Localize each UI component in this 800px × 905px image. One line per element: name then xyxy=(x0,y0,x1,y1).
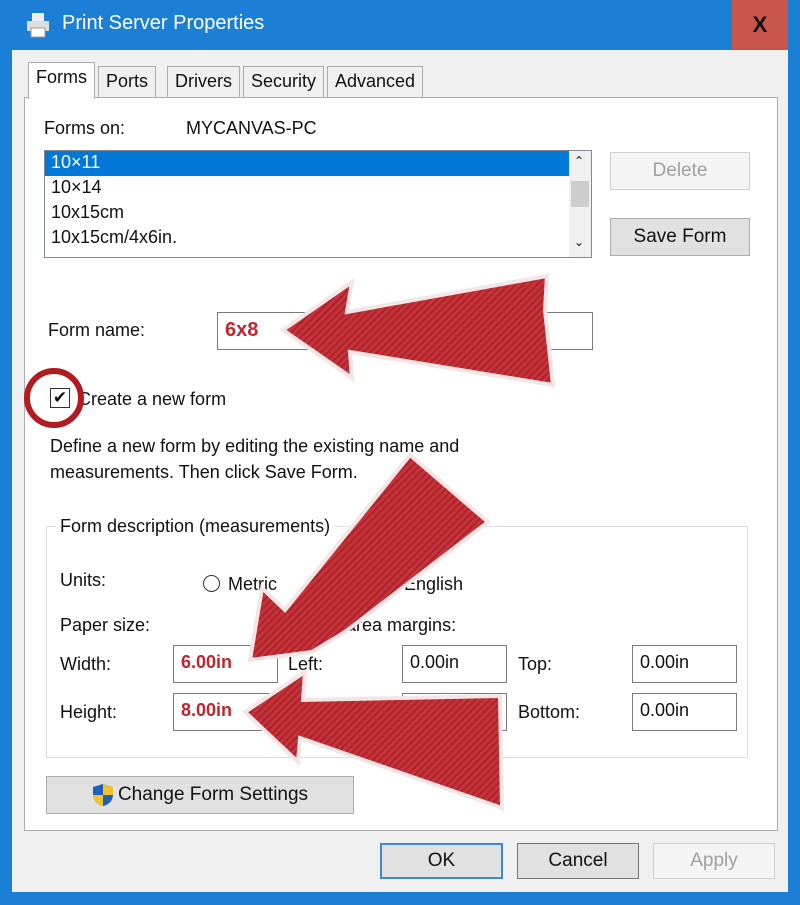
tab-advanced[interactable]: Advanced xyxy=(327,66,424,98)
units-label: Units: xyxy=(60,570,107,590)
top-input[interactable]: 0.00in xyxy=(632,645,737,683)
left-label: Left: xyxy=(288,654,324,674)
left-input[interactable]: 0.00in xyxy=(402,645,507,683)
forms-on-label: Forms on: xyxy=(44,118,126,138)
create-new-form-label: Create a new form xyxy=(78,389,227,409)
scroll-thumb[interactable] xyxy=(571,181,589,207)
list-item[interactable]: 10×11 xyxy=(45,151,569,176)
tab-ports[interactable]: Ports xyxy=(98,66,157,98)
save-form-button[interactable]: Save Form xyxy=(610,218,750,256)
english-label: English xyxy=(404,574,464,594)
bottom-label: Bottom: xyxy=(518,702,581,722)
cancel-button[interactable]: Cancel xyxy=(517,843,639,879)
metric-radio[interactable] xyxy=(203,575,220,592)
paper-size-label: Paper size: xyxy=(60,615,151,635)
scroll-down-icon[interactable]: ⌄ xyxy=(574,235,584,249)
list-scrollbar[interactable]: ⌃ ⌄ xyxy=(569,151,591,257)
top-label: Top: xyxy=(518,654,553,674)
right-label: Right: xyxy=(288,702,336,722)
margins-label: Printer area margins: xyxy=(288,615,457,635)
height-input[interactable]: 8.00in xyxy=(173,693,278,731)
bottom-input[interactable]: 0.00in xyxy=(632,693,737,731)
ok-button[interactable]: OK xyxy=(380,843,503,879)
tab-security[interactable]: Security xyxy=(243,66,325,98)
instructions-text: Define a new form by editing the existin… xyxy=(50,436,460,482)
width-input[interactable]: 6.00in xyxy=(173,645,278,683)
group-title: Form description (measurements) xyxy=(56,516,335,537)
delete-button[interactable]: Delete xyxy=(610,152,750,190)
list-item[interactable]: 10×14 xyxy=(45,176,591,201)
window-title: Print Server Properties xyxy=(62,12,265,34)
tab-drivers[interactable]: Drivers xyxy=(167,66,240,98)
tab-forms[interactable]: Forms xyxy=(28,62,95,99)
highlight-circle xyxy=(24,368,84,428)
english-radio[interactable] xyxy=(378,575,395,592)
uac-shield-icon xyxy=(92,784,113,806)
list-item[interactable]: 10x15cm xyxy=(45,201,591,226)
list-item[interactable]: 10x15cm/4x6in. xyxy=(45,226,591,251)
width-label: Width: xyxy=(60,654,112,674)
server-name: MYCANVAS-PC xyxy=(186,118,317,138)
metric-label: Metric xyxy=(228,574,277,594)
printer-icon xyxy=(27,13,49,38)
right-input[interactable]: 0.00in xyxy=(402,693,507,731)
forms-list[interactable]: 10×11 10×14 10x15cm 10x15cm/4x6in. ⌃ ⌄ xyxy=(44,150,592,258)
change-form-settings-label: Change Form Settings xyxy=(117,784,309,805)
form-name-input[interactable]: 6x8 xyxy=(217,312,593,350)
close-button[interactable]: X xyxy=(732,0,788,50)
title-bar: Print Server Properties X xyxy=(0,0,800,50)
apply-button: Apply xyxy=(653,843,775,879)
height-label: Height: xyxy=(60,702,118,722)
form-name-label: Form name: xyxy=(48,320,146,340)
change-form-settings-button[interactable]: Change Form Settings xyxy=(46,776,354,814)
scroll-up-icon[interactable]: ⌃ xyxy=(574,154,584,168)
